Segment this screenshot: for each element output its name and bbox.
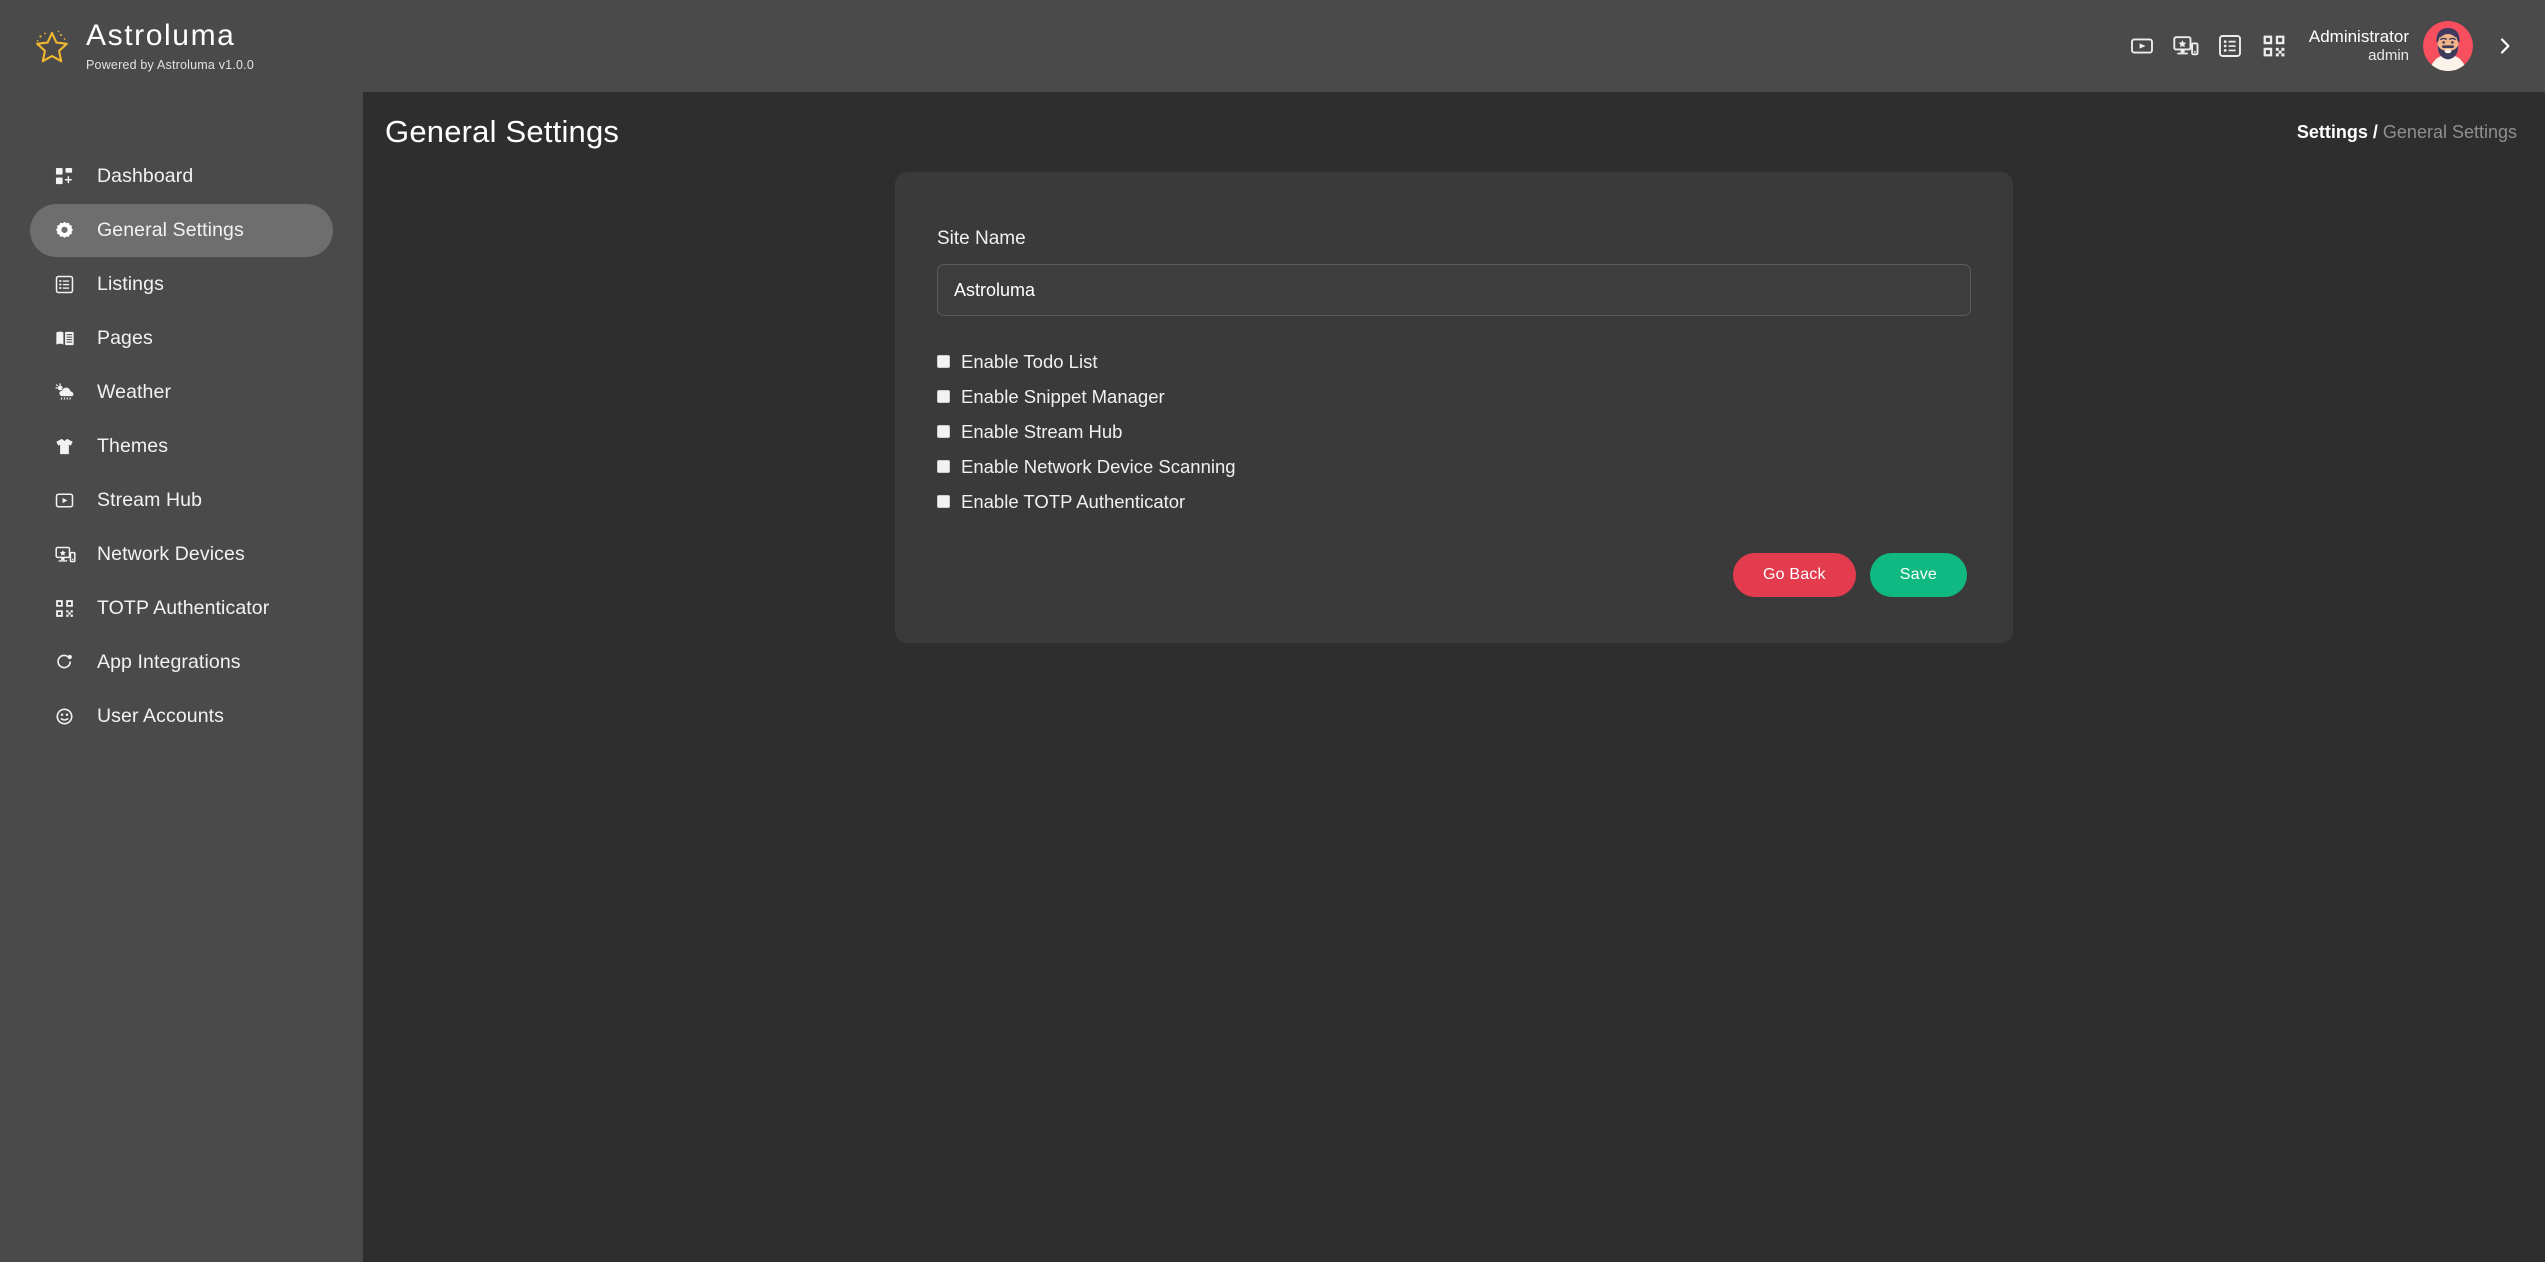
go-back-button[interactable]: Go Back	[1732, 553, 1856, 597]
sidebar: Astroluma Powered by Astroluma v1.0.0 Da…	[0, 0, 363, 1262]
gear-icon	[55, 220, 83, 242]
save-button[interactable]: Save	[1869, 553, 1967, 597]
site-name-label: Site Name	[937, 228, 1026, 249]
page-header: General Settings Settings / General Sett…	[363, 92, 2545, 172]
checkbox-network-device-scanning[interactable]	[937, 460, 950, 473]
checkbox-label: Enable Snippet Manager	[961, 385, 1165, 407]
page-title: General Settings	[385, 114, 620, 149]
qr-code-icon[interactable]	[2261, 33, 2287, 59]
checkbox-todo-list[interactable]	[937, 355, 950, 368]
checkbox-snippet-manager[interactable]	[937, 390, 950, 403]
list-box-icon	[55, 274, 83, 296]
checkbox-row-todo-list[interactable]: Enable Todo List	[937, 344, 1971, 379]
app-root: Astroluma Powered by Astroluma v1.0.0 Da…	[0, 0, 2545, 1262]
sidebar-item-themes[interactable]: Themes	[30, 420, 333, 473]
sidebar-item-pages[interactable]: Pages	[30, 312, 333, 365]
checkbox-row-snippet-manager[interactable]: Enable Snippet Manager	[937, 379, 1971, 414]
breadcrumb: Settings / General Settings	[2297, 122, 2517, 143]
cloud-rain-sun-icon	[55, 382, 83, 404]
sidebar-item-general-settings[interactable]: General Settings	[30, 204, 333, 257]
content-area: Administrator admin General Settings Set…	[363, 0, 2545, 1262]
card-actions: Go Back Save	[937, 553, 1971, 597]
checkbox-label: Enable Stream Hub	[961, 420, 1123, 442]
open-book-icon	[55, 328, 83, 350]
checkbox-totp-authenticator[interactable]	[937, 495, 950, 508]
user-name: Administrator	[2308, 27, 2409, 46]
sidebar-item-totp-authenticator[interactable]: TOTP Authenticator	[30, 582, 333, 635]
sidebar-item-weather[interactable]: Weather	[30, 366, 333, 419]
chevron-right-icon[interactable]	[2483, 24, 2527, 68]
sidebar-item-label: Pages	[97, 326, 153, 349]
brand-text: Astroluma Powered by Astroluma v1.0.0	[86, 20, 254, 72]
grid-plus-icon	[55, 166, 83, 188]
monitor-phone-icon	[55, 544, 83, 566]
sidebar-item-label: General Settings	[97, 218, 244, 241]
brand-tagline: Powered by Astroluma v1.0.0	[86, 57, 254, 72]
user-role: admin	[2368, 47, 2409, 65]
main-content: Site Name Enable Todo List Enable Snippe…	[363, 172, 2545, 1262]
brand-name: Astroluma	[86, 19, 236, 53]
checkbox-row-network-device-scanning[interactable]: Enable Network Device Scanning	[937, 449, 1971, 484]
sidebar-item-label: App Integrations	[97, 650, 241, 673]
sidebar-item-label: TOTP Authenticator	[97, 596, 270, 619]
refresh-dot-icon	[55, 652, 83, 674]
star-icon	[26, 22, 74, 70]
avatar[interactable]	[2423, 21, 2473, 71]
sidebar-item-label: Weather	[97, 380, 172, 403]
play-box-icon[interactable]	[2129, 33, 2155, 59]
sidebar-item-app-integrations[interactable]: App Integrations	[30, 636, 333, 689]
topbar-icon-group	[2129, 33, 2287, 59]
sidebar-item-label: Network Devices	[97, 542, 245, 565]
breadcrumb-parent[interactable]: Settings /	[2297, 122, 2378, 142]
brand[interactable]: Astroluma Powered by Astroluma v1.0.0	[0, 0, 363, 92]
sidebar-item-label: User Accounts	[97, 704, 225, 727]
sidebar-item-user-accounts[interactable]: User Accounts	[30, 690, 333, 743]
checkbox-label: Enable Network Device Scanning	[961, 455, 1236, 477]
checkbox-label: Enable Todo List	[961, 350, 1098, 372]
sidebar-item-dashboard[interactable]: Dashboard	[30, 150, 333, 203]
checkbox-stream-hub[interactable]	[937, 425, 950, 438]
sidebar-nav: Dashboard General Settings Listings Page…	[0, 150, 363, 743]
sidebar-item-listings[interactable]: Listings	[30, 258, 333, 311]
sidebar-item-label: Dashboard	[97, 164, 194, 187]
list-box-icon[interactable]	[2217, 33, 2243, 59]
sidebar-item-network-devices[interactable]: Network Devices	[30, 528, 333, 581]
sidebar-item-label: Themes	[97, 434, 169, 457]
user-info[interactable]: Administrator admin	[2309, 26, 2409, 66]
sidebar-item-label: Listings	[97, 272, 164, 295]
checkbox-label: Enable TOTP Authenticator	[961, 490, 1186, 512]
play-box-icon	[55, 490, 83, 512]
tshirt-icon	[55, 436, 83, 458]
breadcrumb-current: General Settings	[2382, 121, 2517, 142]
qr-code-icon	[55, 598, 83, 620]
topbar: Administrator admin	[363, 0, 2545, 92]
monitor-phone-star-icon[interactable]	[2173, 33, 2199, 59]
sidebar-item-label: Stream Hub	[97, 488, 203, 511]
checkbox-row-totp-authenticator[interactable]: Enable TOTP Authenticator	[937, 484, 1971, 519]
site-name-input[interactable]	[937, 264, 1971, 316]
feature-toggle-list: Enable Todo List Enable Snippet Manager …	[937, 344, 1971, 519]
general-settings-card: Site Name Enable Todo List Enable Snippe…	[895, 172, 2013, 643]
sidebar-item-stream-hub[interactable]: Stream Hub	[30, 474, 333, 527]
checkbox-row-stream-hub[interactable]: Enable Stream Hub	[937, 414, 1971, 449]
face-icon	[55, 706, 83, 728]
